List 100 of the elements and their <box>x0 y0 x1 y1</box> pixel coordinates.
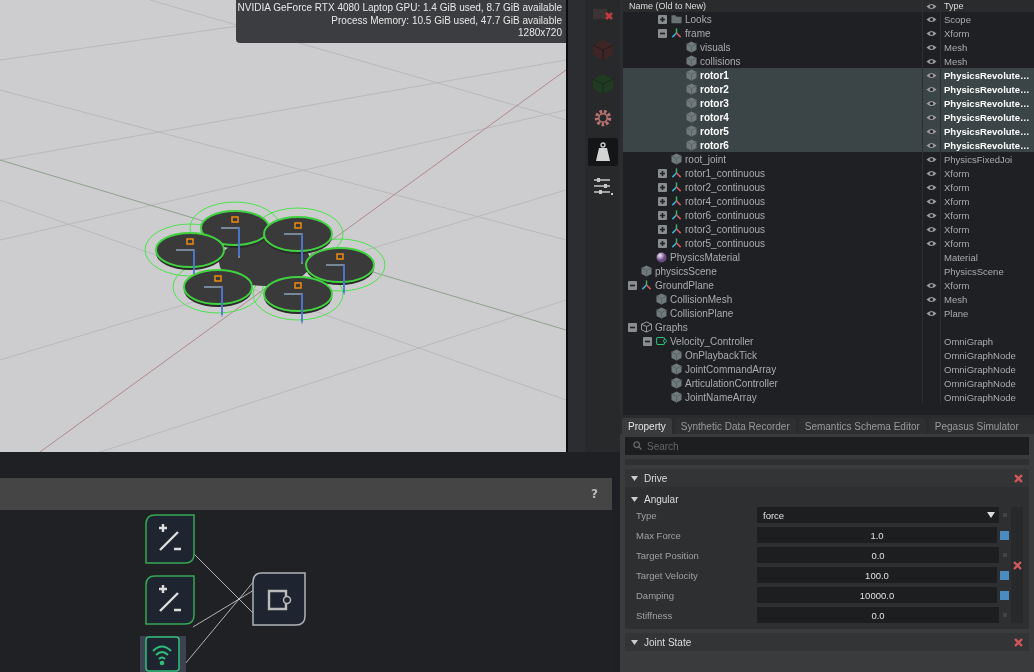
stage-tree-row[interactable]: rotor3_continuous Xform <box>623 222 1034 236</box>
math-node[interactable] <box>145 514 195 564</box>
authored-indicator[interactable] <box>1000 590 1009 600</box>
stage-tree-row[interactable]: rotor5_continuous Xform <box>623 236 1034 250</box>
visibility-icon[interactable] <box>926 281 937 289</box>
prim-type: OmniGraphNode <box>940 348 1034 362</box>
stage-tree-row[interactable]: rotor1_continuous Xform <box>623 166 1034 180</box>
axes-icon <box>671 181 682 193</box>
number-field[interactable]: 0.0 <box>757 547 999 563</box>
stage-tree-row[interactable]: rotor4_continuous Xform <box>623 194 1034 208</box>
visibility-icon[interactable] <box>926 239 937 247</box>
prim-name: OnPlaybackTick <box>685 349 757 361</box>
column-header[interactable]: Name (Old to New) <box>623 1 922 11</box>
prim-name: rotor3_continuous <box>685 223 766 235</box>
visibility-icon[interactable] <box>926 309 937 317</box>
stage-tree-row[interactable]: Looks Scope <box>623 12 1034 26</box>
property-label: Type <box>635 509 658 521</box>
visibility-icon[interactable] <box>926 141 937 149</box>
cube-icon <box>686 125 697 137</box>
disclosure-icon[interactable] <box>631 474 638 482</box>
stage-tree-row[interactable]: ArticulationController OmniGraphNode <box>623 376 1034 390</box>
expand-icon[interactable] <box>658 182 667 192</box>
visibility-icon[interactable] <box>926 85 937 93</box>
stage-tree-row[interactable]: JointCommandArray OmniGraphNode <box>623 362 1034 376</box>
expand-icon[interactable] <box>658 210 667 220</box>
section-header[interactable]: Joint State <box>625 633 1029 651</box>
stage-tree-row[interactable]: rotor3 PhysicsRevolute… <box>623 96 1034 110</box>
search-field[interactable]: Search <box>625 437 1029 455</box>
collapse-icon[interactable] <box>628 322 637 332</box>
authored-indicator[interactable] <box>1000 530 1009 540</box>
remove-icon[interactable] <box>1014 637 1023 647</box>
panel-tab[interactable]: Synthetic Data Recorder <box>674 418 796 434</box>
stage-tree-row[interactable]: GroundPlane Xform <box>623 278 1034 292</box>
stage-tree-row[interactable]: root_joint PhysicsFixedJoi <box>623 152 1034 166</box>
number-field[interactable]: 1.0 <box>757 527 997 543</box>
expand-icon[interactable] <box>658 14 667 24</box>
visibility-icon[interactable] <box>926 71 937 79</box>
visibility-icon[interactable] <box>926 225 937 233</box>
remove-icon[interactable] <box>1012 560 1022 570</box>
expand-icon[interactable] <box>658 238 667 248</box>
tick-node[interactable] <box>140 636 186 672</box>
stage-tree-row[interactable]: visuals Mesh <box>623 40 1034 54</box>
panel-tab[interactable]: Property <box>622 418 672 434</box>
stage-tree-row[interactable]: physicsScene PhysicsScene <box>623 264 1034 278</box>
visibility-icon[interactable] <box>926 127 937 135</box>
expand-icon[interactable] <box>658 196 667 206</box>
stage-tree-row[interactable]: rotor6 PhysicsRevolute… <box>623 138 1034 152</box>
prim-type: OmniGraphNode <box>940 376 1034 390</box>
stage-tree-row[interactable]: rotor6_continuous Xform <box>623 208 1034 222</box>
column-header[interactable]: Type <box>940 1 1034 11</box>
panel-tab[interactable]: Pegasus Simulator <box>928 418 1034 434</box>
number-field[interactable]: 100.0 <box>757 567 997 583</box>
collapse-icon[interactable] <box>643 336 652 346</box>
controller-node[interactable] <box>252 572 306 626</box>
axes-icon <box>641 279 652 291</box>
stage-tree-row[interactable]: frame Xform <box>623 26 1034 40</box>
prim-name: rotor2_continuous <box>685 181 766 193</box>
stage-tree-row[interactable]: JointNameArray OmniGraphNode <box>623 390 1034 404</box>
stage-tree-row[interactable]: rotor4 PhysicsRevolute… <box>623 110 1034 124</box>
disclosure-icon[interactable] <box>631 495 638 503</box>
property-label: Target Velocity <box>635 569 699 581</box>
stage-tree-row[interactable]: rotor2_continuous Xform <box>623 180 1034 194</box>
visibility-icon[interactable] <box>926 295 937 303</box>
number-field[interactable]: 0.0 <box>757 607 999 623</box>
visibility-icon[interactable] <box>926 57 937 65</box>
authored-indicator[interactable] <box>1000 570 1009 580</box>
visibility-icon[interactable] <box>926 169 937 177</box>
visibility-icon[interactable] <box>926 183 937 191</box>
stage-tree-row[interactable]: rotor5 PhysicsRevolute… <box>623 124 1034 138</box>
axes-icon <box>671 167 682 179</box>
visibility-icon[interactable] <box>926 99 937 107</box>
stage-tree-row[interactable]: OnPlaybackTick OmniGraphNode <box>623 348 1034 362</box>
collapse-icon[interactable] <box>658 28 667 38</box>
visibility-icon[interactable] <box>926 113 937 121</box>
visibility-icon[interactable] <box>926 29 937 37</box>
disclosure-icon[interactable] <box>631 638 638 646</box>
visibility-icon[interactable] <box>926 197 937 205</box>
stage-tree-row[interactable]: CollisionMesh Mesh <box>623 292 1034 306</box>
section-header[interactable]: Drive <box>625 469 1029 487</box>
panel-tab[interactable]: Semantics Schema Editor <box>798 418 926 434</box>
visibility-icon[interactable] <box>926 15 937 23</box>
remove-icon[interactable] <box>1014 473 1023 483</box>
visibility-icon[interactable] <box>926 43 937 51</box>
visibility-icon[interactable] <box>926 211 937 219</box>
visibility-icon[interactable] <box>926 155 937 163</box>
expand-icon[interactable] <box>658 224 667 234</box>
stage-tree-row[interactable]: Graphs <box>623 320 1034 334</box>
math-node[interactable] <box>145 575 195 625</box>
stage-tree-row[interactable]: rotor1 PhysicsRevolute… <box>623 68 1034 82</box>
stage-tree-row[interactable]: CollisionPlane Plane <box>623 306 1034 320</box>
type-dropdown[interactable]: force <box>757 507 999 523</box>
visibility-header-icon[interactable] <box>926 2 937 10</box>
number-field[interactable]: 10000.0 <box>757 587 997 603</box>
stage-tree-row[interactable]: rotor2 PhysicsRevolute… <box>623 82 1034 96</box>
expand-icon[interactable] <box>658 168 667 178</box>
collapse-icon[interactable] <box>628 280 637 290</box>
toolbar-button[interactable] <box>587 138 618 166</box>
help-button[interactable]: ? <box>591 487 598 501</box>
stage-tree-row[interactable]: PhysicsMaterial Material <box>623 250 1034 264</box>
stage-tree-row[interactable]: Velocity_Controller OmniGraph <box>623 334 1034 348</box>
